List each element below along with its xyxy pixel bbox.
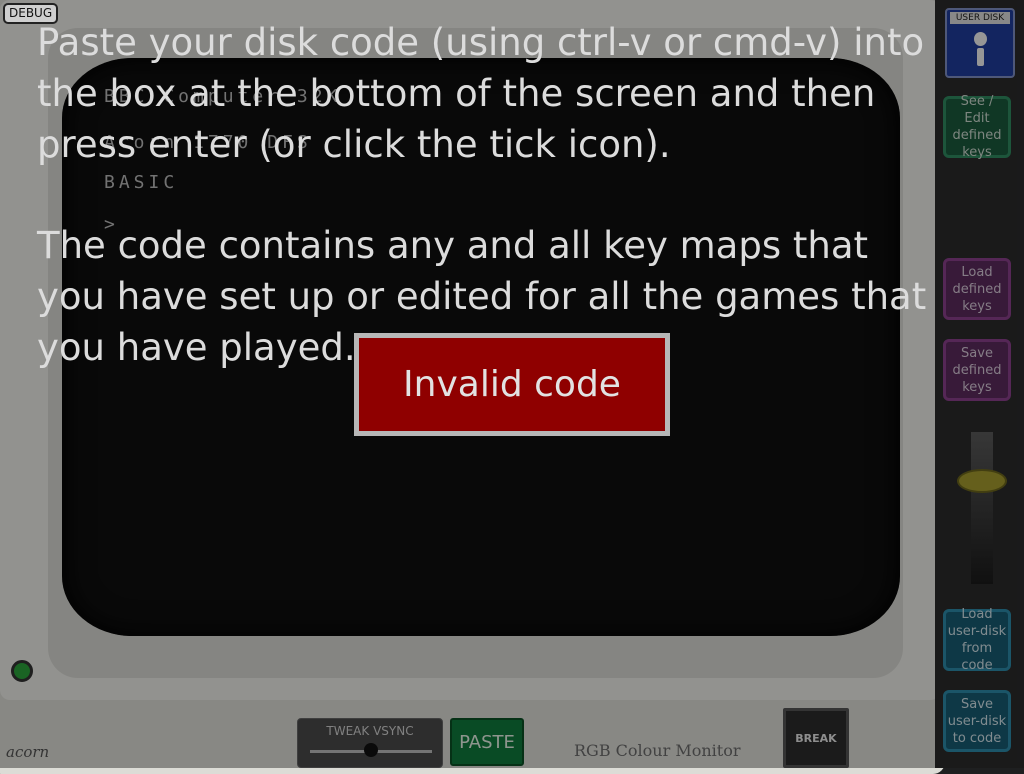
instruction-paragraph-1: Paste your disk code (using ctrl-v or cm… xyxy=(37,21,925,166)
invalid-code-message: Invalid code xyxy=(354,333,670,436)
